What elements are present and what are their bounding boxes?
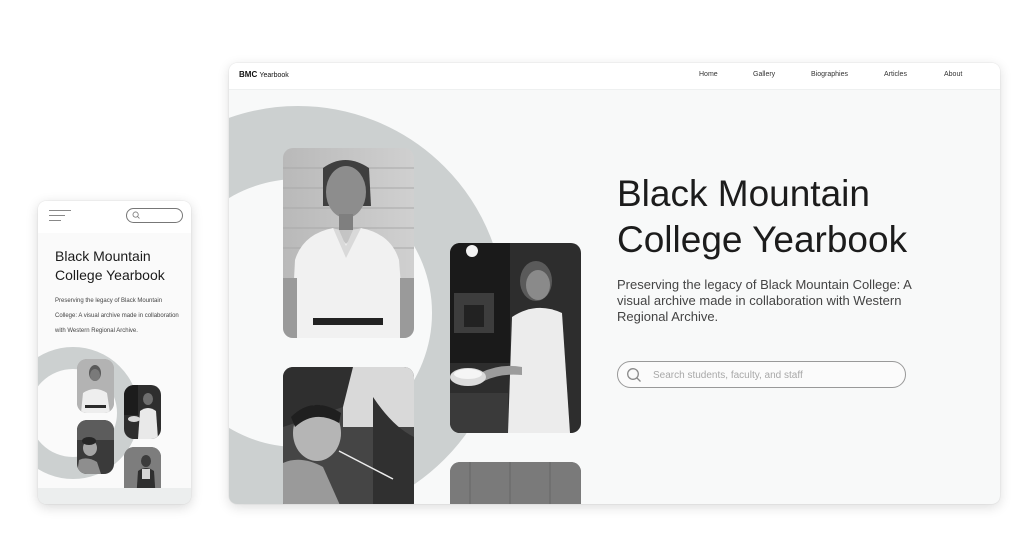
search-bar[interactable] <box>617 361 906 388</box>
site-logo[interactable]: BMC Yearbook <box>239 70 289 79</box>
photo-portrait-woman[interactable] <box>283 148 414 338</box>
search-input[interactable] <box>651 366 895 385</box>
nav-gallery[interactable]: Gallery <box>753 71 775 78</box>
photo-woman-cooking[interactable] <box>124 385 161 439</box>
desktop-preview: BMC Yearbook Home Gallery Biographies Ar… <box>229 63 1000 504</box>
mobile-preview: Black Mountain College Yearbook Preservi… <box>38 201 191 504</box>
logo-text: Yearbook <box>259 72 289 79</box>
page-title: Black Mountain College Yearbook <box>617 173 908 260</box>
mobile-footer <box>38 488 191 504</box>
mobile-page-title: Black Mountain College Yearbook <box>55 248 165 283</box>
photo-young-man[interactable] <box>283 367 414 504</box>
nav-articles[interactable]: Articles <box>884 71 907 78</box>
hamburger-icon[interactable] <box>49 210 71 224</box>
photo-young-man[interactable] <box>77 420 114 474</box>
photo-woman-cooking[interactable] <box>450 243 581 433</box>
nav-biographies[interactable]: Biographies <box>811 71 848 78</box>
mobile-description: Preserving the legacy of Black Mountain … <box>55 298 179 334</box>
photo-archive-4[interactable] <box>450 462 581 504</box>
nav-about[interactable]: About <box>944 71 962 78</box>
search-icon <box>627 368 641 382</box>
photo-portrait-woman[interactable] <box>77 359 114 413</box>
mobile-search-input[interactable] <box>126 208 183 223</box>
search-icon <box>132 211 140 219</box>
mobile-header <box>38 201 191 233</box>
page-description: Preserving the legacy of Black Mountain … <box>617 277 912 324</box>
nav-home[interactable]: Home <box>699 71 718 78</box>
logo-bold: BMC <box>239 70 258 79</box>
top-navbar: BMC Yearbook Home Gallery Biographies Ar… <box>229 63 1000 90</box>
